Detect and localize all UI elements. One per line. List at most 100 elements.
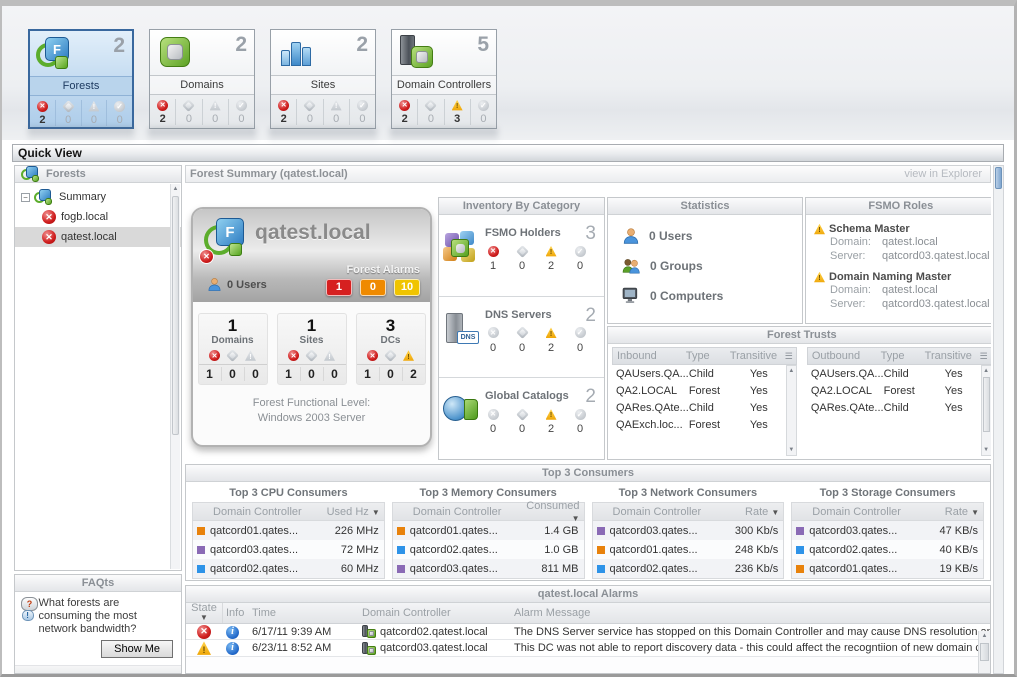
unknown-status-icon bbox=[62, 100, 75, 113]
group-icon bbox=[622, 257, 641, 275]
inbound-column-header[interactable]: Inbound bbox=[613, 350, 686, 362]
scrollbar-thumb[interactable] bbox=[983, 377, 990, 432]
info-column-header[interactable]: Info bbox=[222, 603, 252, 623]
trust-row[interactable]: QAUsers.QA...ChildYes bbox=[612, 365, 785, 382]
consumer-row[interactable]: qatcord03.qates...47 KB/s bbox=[792, 521, 983, 540]
unknown-status-icon bbox=[516, 326, 529, 339]
scroll-up-icon[interactable]: ▲ bbox=[171, 184, 180, 195]
collapse-icon[interactable]: − bbox=[21, 193, 30, 202]
tree-item-summary[interactable]: − Summary bbox=[15, 187, 181, 207]
domain-controller-column-header[interactable]: Domain Controller bbox=[792, 506, 921, 518]
top-consumers-panel: Top 3 Consumers Top 3 CPU Consumers Doma… bbox=[185, 464, 991, 581]
scroll-down-icon[interactable]: ▼ bbox=[982, 445, 991, 455]
scrollbar-thumb[interactable] bbox=[980, 643, 989, 661]
transitive-column-header[interactable]: Transitive bbox=[730, 350, 782, 362]
type-column-header[interactable]: Type bbox=[686, 350, 730, 362]
trust-row[interactable]: QARes.QAte...ChildYes bbox=[612, 399, 785, 416]
scroll-up-icon[interactable]: ▲ bbox=[979, 631, 990, 642]
warning-status-icon bbox=[814, 272, 825, 283]
show-me-button[interactable]: Show Me bbox=[101, 640, 173, 658]
domain-controller-column-header[interactable]: Domain Controller bbox=[393, 506, 522, 518]
faq-question-text: What forests are consuming the most netw… bbox=[39, 597, 175, 636]
used-hz-column-header[interactable]: Used Hz ▼ bbox=[322, 506, 384, 518]
consumer-row[interactable]: qatcord02.qates...1.0 GB bbox=[393, 540, 584, 559]
tree-item-fogb-local[interactable]: fogb.local bbox=[15, 207, 181, 227]
rate-column-header[interactable]: Rate ▼ bbox=[921, 506, 983, 518]
info-icon[interactable]: i bbox=[226, 642, 239, 655]
alarm-count-warning[interactable]: 10 bbox=[394, 279, 420, 296]
outbound-scrollbar[interactable]: ▲ ▼ bbox=[981, 365, 991, 456]
sites-count: 2 bbox=[356, 33, 368, 57]
tile-domain-controllers[interactable]: 5 Domain Controllers 2 0 3 0 bbox=[391, 29, 497, 129]
time-column-header[interactable]: Time bbox=[252, 603, 362, 623]
alarm-row-partial bbox=[186, 657, 990, 673]
inbound-scrollbar[interactable]: ▲ ▼ bbox=[786, 365, 797, 456]
inventory-item-fsmo-holders[interactable]: FSMO Holders 3 1 0 2 0 bbox=[439, 215, 604, 297]
domain-controller-column-header[interactable]: Domain Controller bbox=[193, 506, 322, 518]
tile-sites[interactable]: 2 Sites 2 0 0 0 bbox=[270, 29, 376, 129]
column-chooser-icon[interactable]: ☰ bbox=[782, 351, 796, 362]
alarm-row[interactable]: i 6/23/11 8:52 AM qatcord03.qatest.local… bbox=[186, 640, 990, 656]
consumer-row[interactable]: qatcord02.qates...60 MHz bbox=[193, 559, 384, 578]
alarm-count-critical[interactable]: 1 bbox=[326, 279, 352, 296]
info-icon[interactable]: i bbox=[226, 626, 239, 639]
consumer-row[interactable]: qatcord01.qates...19 KB/s bbox=[792, 559, 983, 578]
alarms-scrollbar[interactable]: ▲ bbox=[978, 631, 990, 673]
consumer-row[interactable]: qatcord01.qates...248 Kb/s bbox=[593, 540, 784, 559]
network-consumers-table: Top 3 Network Consumers Domain Controlle… bbox=[592, 485, 785, 580]
tree-item-qatest-local[interactable]: qatest.local bbox=[15, 227, 181, 247]
forest-summary-title: Forest Summary (qatest.local) bbox=[190, 168, 348, 180]
scroll-down-icon[interactable]: ▼ bbox=[787, 445, 796, 455]
dc-column-header[interactable]: Domain Controller bbox=[362, 603, 514, 623]
inventory-item-global-catalogs[interactable]: Global Catalogs 2 0 0 2 0 bbox=[439, 378, 604, 459]
consumer-row[interactable]: qatcord03.qates...811 MB bbox=[393, 559, 584, 578]
forests-panel-title: Forests bbox=[46, 166, 86, 182]
series-swatch bbox=[597, 527, 605, 535]
column-chooser-icon[interactable]: ☰ bbox=[977, 351, 991, 362]
consumer-row[interactable]: qatcord01.qates...226 MHz bbox=[193, 521, 384, 540]
sidebar: Forests − Summary fogb.local qatest.loca bbox=[14, 165, 182, 674]
consumer-row[interactable]: qatcord03.qates...72 MHz bbox=[193, 540, 384, 559]
inventory-item-dns-servers[interactable]: DNS DNS Servers 2 0 0 2 0 bbox=[439, 297, 604, 379]
error-status-icon bbox=[157, 100, 168, 111]
tile-domains[interactable]: 2 Domains 2 0 0 0 bbox=[149, 29, 255, 129]
trust-row[interactable]: QARes.QAte...ChildYes bbox=[807, 399, 980, 416]
alarm-row[interactable]: i 6/17/11 9:39 AM qatcord02.qatest.local… bbox=[186, 624, 990, 640]
trust-row[interactable]: QAUsers.QA...ChildYes bbox=[807, 365, 980, 382]
ok-status-icon bbox=[575, 327, 586, 338]
tile-forests[interactable]: F 2 Forests 2 0 0 0 bbox=[28, 29, 134, 129]
state-column-header[interactable]: State▼ bbox=[186, 603, 222, 623]
outbound-trusts-table: Outbound Type Transitive ☰ QAUsers.QA...… bbox=[807, 347, 991, 456]
alarm-count-error[interactable]: 0 bbox=[360, 279, 386, 296]
domain-controller-column-header[interactable]: Domain Controller bbox=[593, 506, 722, 518]
rate-column-header[interactable]: Rate ▼ bbox=[721, 506, 783, 518]
ok-status-icon bbox=[575, 409, 586, 420]
app-window: F 2 Forests 2 0 0 0 2 Domains 2 0 0 0 bbox=[0, 0, 1017, 677]
trust-row[interactable]: QA2.LOCALForestYes bbox=[807, 382, 980, 399]
consumed-column-header[interactable]: Consumed ▼ bbox=[522, 500, 584, 524]
consumer-row[interactable]: qatcord03.qates...300 Kb/s bbox=[593, 521, 784, 540]
scroll-up-icon[interactable]: ▲ bbox=[787, 366, 796, 376]
scrollbar-thumb[interactable] bbox=[172, 196, 179, 435]
series-swatch bbox=[197, 546, 205, 554]
consumer-row[interactable]: qatcord01.qates...1.4 GB bbox=[393, 521, 584, 540]
consumer-row[interactable]: qatcord02.qates...236 Kb/s bbox=[593, 559, 784, 578]
scrollbar-thumb[interactable] bbox=[995, 167, 1002, 189]
forests-panel: Forests − Summary fogb.local qatest.loca bbox=[14, 165, 182, 571]
error-status-icon bbox=[488, 246, 499, 257]
trust-row[interactable]: QAExch.loc...ForestYes bbox=[612, 416, 785, 433]
transitive-column-header[interactable]: Transitive bbox=[925, 350, 977, 362]
warning-status-icon bbox=[452, 100, 463, 111]
scroll-up-icon[interactable]: ▲ bbox=[982, 366, 991, 376]
outbound-column-header[interactable]: Outbound bbox=[808, 350, 881, 362]
trust-row[interactable]: QA2.LOCALForestYes bbox=[612, 382, 785, 399]
main-scrollbar[interactable] bbox=[993, 165, 1004, 674]
message-column-header[interactable]: Alarm Message bbox=[514, 603, 990, 623]
tree-scrollbar[interactable]: ▲ bbox=[170, 184, 180, 569]
forest-card[interactable]: F ✕ qatest.local 0 Users Forest Alarms bbox=[191, 207, 432, 447]
view-in-explorer-link[interactable]: view in Explorer bbox=[904, 168, 982, 180]
consumer-row[interactable]: qatcord02.qates...40 KB/s bbox=[792, 540, 983, 559]
forests-count: 2 bbox=[113, 34, 125, 58]
unknown-status-icon bbox=[305, 349, 318, 362]
type-column-header[interactable]: Type bbox=[881, 350, 925, 362]
